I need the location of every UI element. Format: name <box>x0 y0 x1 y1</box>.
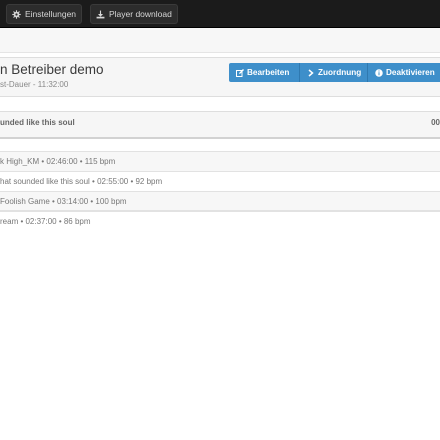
page-title: n Betreiber demo <box>0 62 104 77</box>
settings-button[interactable]: Einstellungen <box>6 4 82 24</box>
settings-label: Einstellungen <box>25 9 77 19</box>
track-row[interactable]: Foolish Game • 03:14:00 • 100 bpm <box>0 191 440 211</box>
deactivate-label: Deaktivieren <box>386 68 435 77</box>
edit-button[interactable]: Bearbeiten <box>229 63 300 82</box>
subheader-strip <box>0 28 440 53</box>
download-label: Player download <box>109 9 172 19</box>
assign-button[interactable]: Zuordnung <box>300 63 368 82</box>
assign-label: Zuordnung <box>318 68 362 77</box>
page-subtitle: st-Dauer - 11:32:00 <box>0 80 69 89</box>
track-row[interactable]: k High_KM • 02:46:00 • 115 bpm <box>0 151 440 171</box>
playlist-title: unded like this soul <box>0 118 75 127</box>
gear-icon <box>12 9 21 19</box>
playlist-right-value: 00 <box>431 118 440 127</box>
track-row[interactable]: ream • 02:37:00 • 86 bpm <box>0 211 440 231</box>
track-list: k High_KM • 02:46:00 • 115 bpm hat sound… <box>0 151 440 231</box>
download-icon <box>96 10 105 18</box>
edit-label: Bearbeiten <box>247 68 290 77</box>
deactivate-button[interactable]: Deaktivieren <box>368 63 440 82</box>
info-circle-icon <box>375 68 383 77</box>
edit-icon <box>236 68 244 77</box>
player-download-button[interactable]: Player download <box>90 4 178 24</box>
track-row[interactable]: hat sounded like this soul • 02:55:00 • … <box>0 171 440 191</box>
chevron-right-icon <box>308 68 314 77</box>
action-button-group: Bearbeiten Zuordnung Deaktivieren <box>229 63 440 82</box>
top-navigation-bar: Einstellungen Player download <box>0 0 440 28</box>
